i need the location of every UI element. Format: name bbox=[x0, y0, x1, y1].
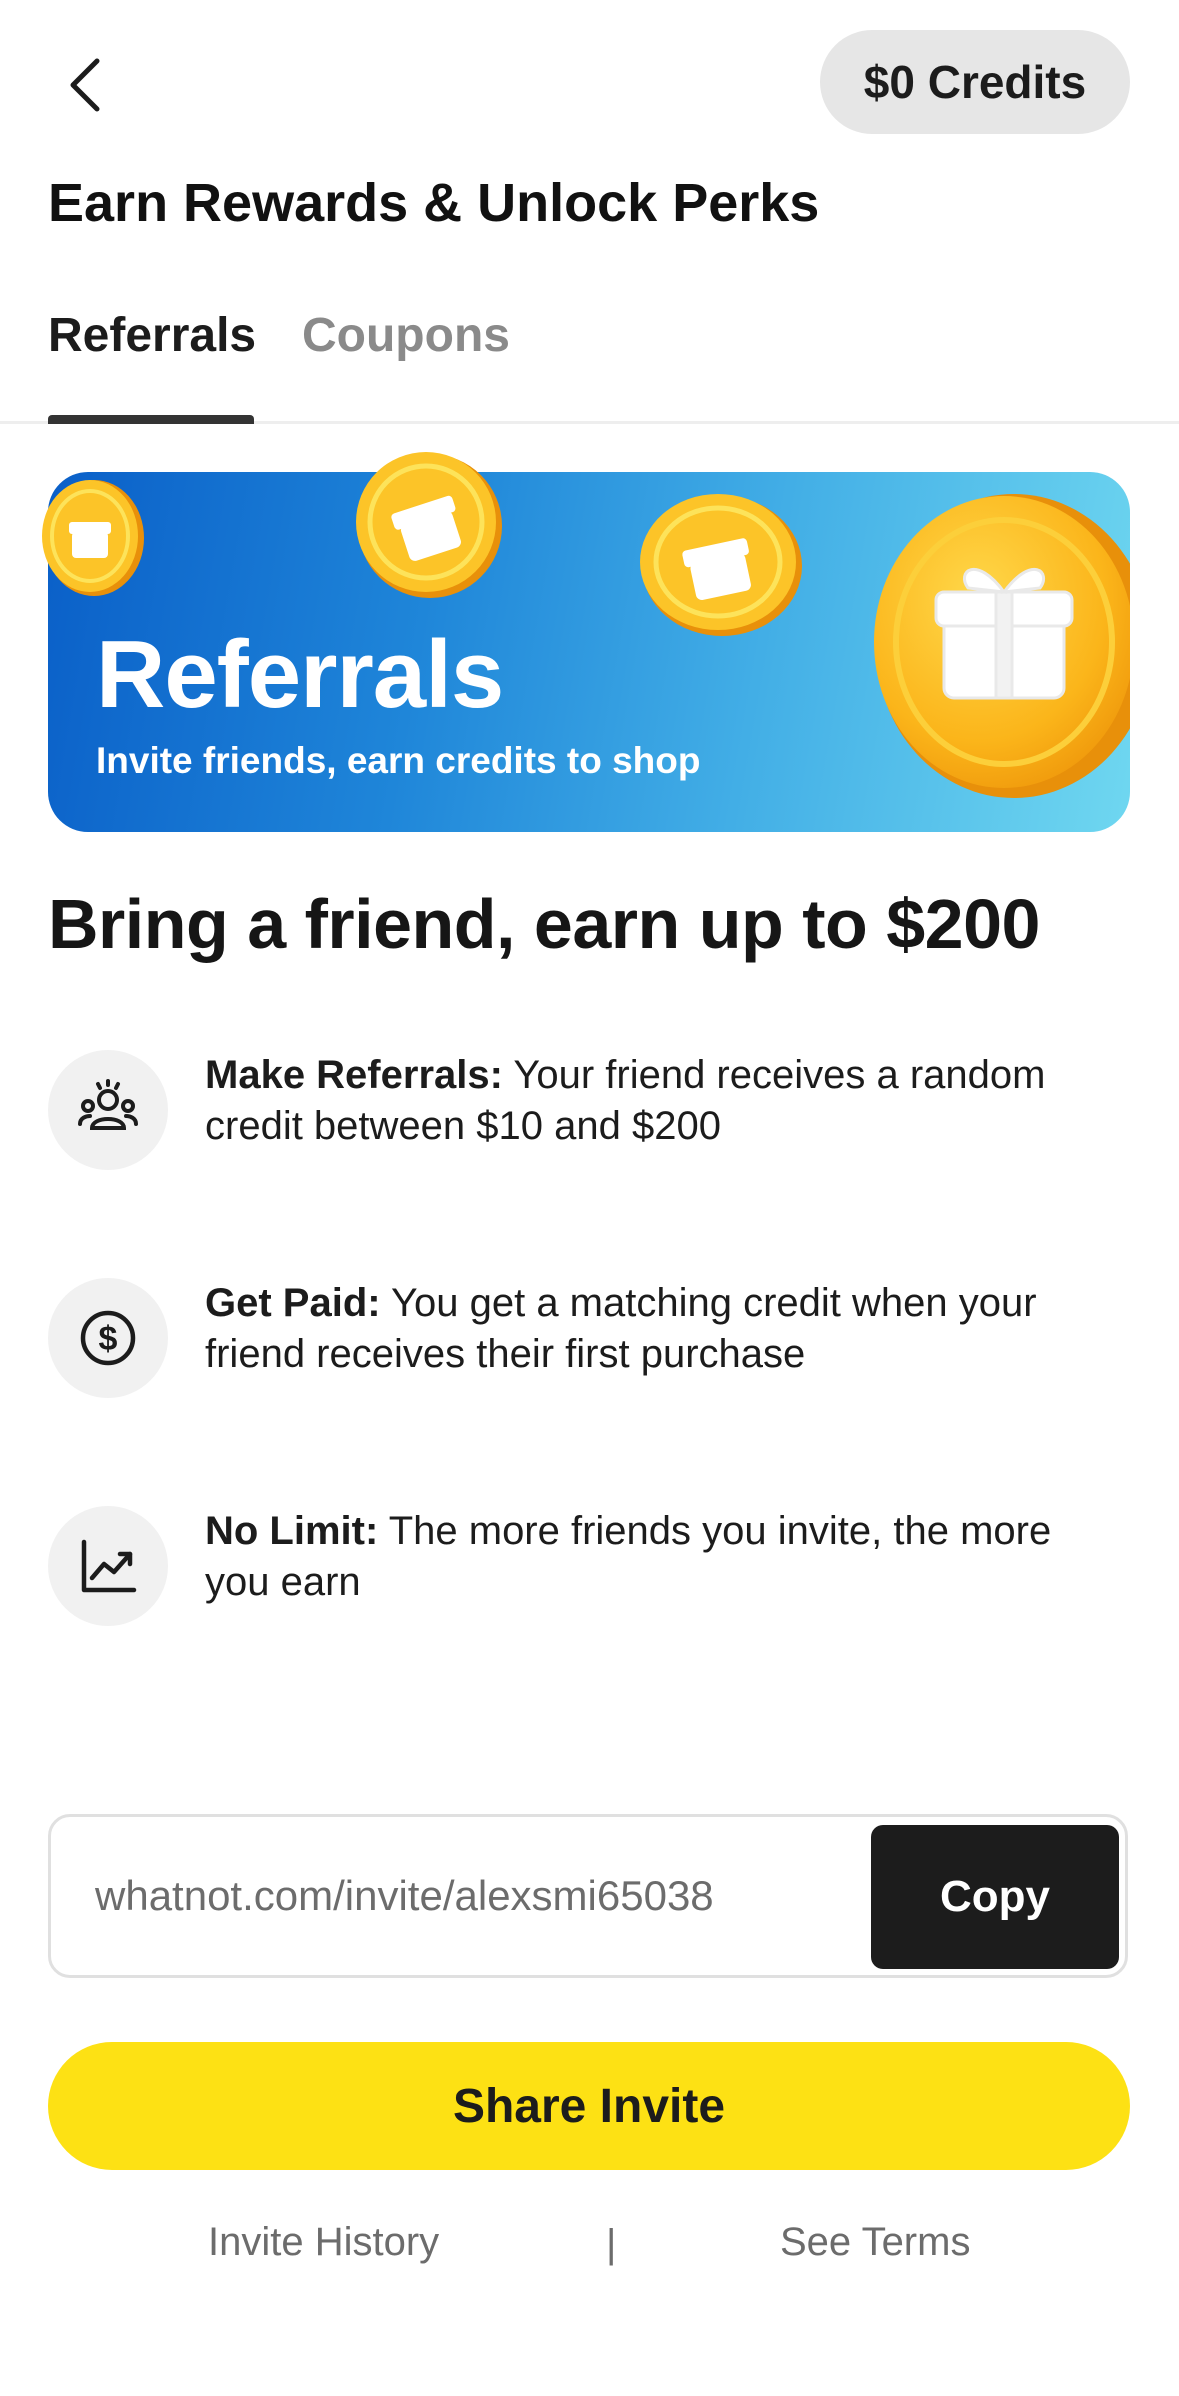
gift-coin-icon bbox=[356, 452, 502, 598]
tab-coupons[interactable]: Coupons bbox=[302, 308, 510, 363]
gift-coin-icon bbox=[42, 480, 144, 596]
page-title: Earn Rewards & Unlock Perks bbox=[48, 173, 820, 233]
invite-link-field[interactable]: whatnot.com/invite/alexsmi65038 Copy bbox=[48, 1814, 1128, 1978]
feature-icon-wrapper bbox=[48, 1506, 168, 1626]
feature-no-limit: No Limit: The more friends you invite, t… bbox=[205, 1506, 1125, 1608]
invite-url[interactable]: whatnot.com/invite/alexsmi65038 bbox=[95, 1817, 714, 1975]
credits-badge[interactable]: $0 Credits bbox=[820, 30, 1130, 134]
people-icon bbox=[78, 1079, 138, 1130]
feature-icon-wrapper: $ bbox=[48, 1278, 168, 1398]
feature-title: No Limit: bbox=[205, 1509, 379, 1553]
see-terms-link[interactable]: See Terms bbox=[780, 2220, 970, 2265]
svg-text:$: $ bbox=[99, 1320, 118, 1358]
dollar-circle-icon: $ bbox=[80, 1310, 136, 1366]
gift-coin-icon bbox=[640, 494, 802, 636]
active-tab-indicator bbox=[48, 415, 254, 424]
feature-get-paid: Get Paid: You get a matching credit when… bbox=[205, 1278, 1125, 1380]
chevron-left-icon bbox=[70, 58, 100, 112]
footer-separator: | bbox=[606, 2222, 617, 2266]
gift-coin-icon bbox=[874, 494, 1130, 798]
referral-headline: Bring a friend, earn up to $200 bbox=[48, 885, 1040, 963]
feature-title: Make Referrals: bbox=[205, 1053, 503, 1097]
banner-subtitle: Invite friends, earn credits to shop bbox=[96, 740, 701, 781]
referrals-banner: Referrals Invite friends, earn credits t… bbox=[48, 472, 1130, 832]
share-invite-button[interactable]: Share Invite bbox=[48, 2042, 1130, 2170]
feature-make-referrals: Make Referrals: Your friend receives a r… bbox=[205, 1050, 1125, 1152]
tab-referrals[interactable]: Referrals bbox=[48, 308, 256, 363]
invite-history-link[interactable]: Invite History bbox=[208, 2220, 439, 2265]
back-button[interactable] bbox=[40, 40, 130, 130]
feature-title: Get Paid: bbox=[205, 1281, 381, 1325]
copy-button[interactable]: Copy bbox=[871, 1825, 1119, 1969]
feature-icon-wrapper bbox=[48, 1050, 168, 1170]
trending-up-icon bbox=[81, 1539, 137, 1593]
banner-title: Referrals bbox=[96, 621, 504, 728]
